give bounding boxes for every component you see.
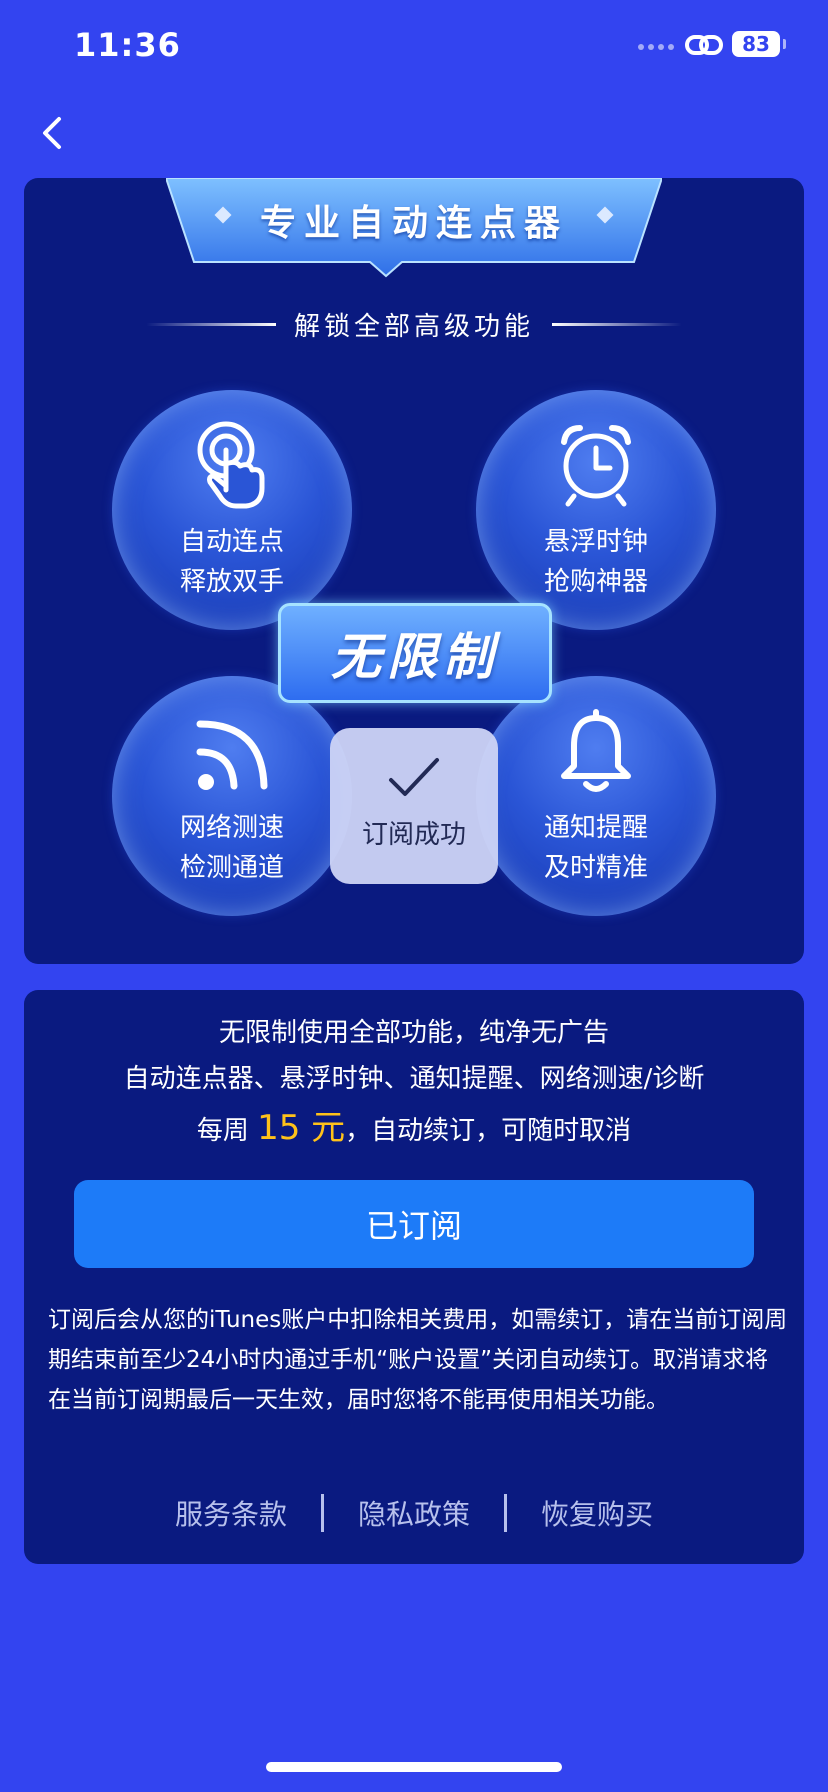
feature-title: 悬浮时钟 [543,527,648,557]
price-value: 15 元 [257,1108,346,1148]
tap-hand-icon [197,421,265,509]
cellular-signal-icon [638,44,674,50]
footer-links: 服务条款 隐私政策 恢复购买 [24,1488,804,1538]
feature-network-speed: 网络测速 检测通道 [112,676,352,916]
subscription-terms: 订阅后会从您的iTunes账户中扣除相关费用，如需续订，请在当前订阅周期结束前至… [48,1307,788,1413]
plan-description: 无限制使用全部功能，纯净无广告 [218,1018,609,1048]
feature-subtitle: 释放双手 [179,567,284,597]
feature-subtitle: 检测通道 [179,853,284,883]
price-prefix: 每周 [196,1116,258,1146]
unlimited-badge-text: 无限制 [331,628,499,686]
chevron-left-icon [43,117,61,149]
back-button[interactable] [32,108,72,158]
feature-floating-clock: 悬浮时钟 抢购神器 [476,390,716,630]
unlimited-badge: 无限制 [278,603,552,703]
battery-icon: 83 [732,31,786,57]
feature-auto-click: 自动连点 释放双手 [112,390,352,630]
feature-subtitle: 及时精准 [543,853,648,883]
divider [145,322,276,326]
terms-of-service-link[interactable]: 服务条款 [141,1493,321,1533]
features-card: 专业自动连点器 解锁全部高级功能 自动连点 释放双手 悬浮时钟 抢购神器 网络测… [24,178,804,964]
feature-notification: 通知提醒 及时精准 [476,676,716,916]
subscription-success-toast: 订阅成功 [330,728,498,884]
feature-subtitle: 抢购神器 [543,567,648,597]
page-title: 专业自动连点器 [259,203,568,244]
home-indicator[interactable] [266,1762,562,1772]
checkmark-icon [389,758,439,796]
plan-price-line: 每周 15 元，自动续订，可随时取消 [24,1100,804,1149]
plan-features: 自动连点器、悬浮时钟、通知提醒、网络测速/诊断 [123,1064,705,1094]
feature-title: 自动连点 [179,527,284,557]
subscribed-button[interactable]: 已订阅 [74,1180,754,1268]
unlock-heading: 解锁全部高级功能 [24,304,804,344]
wifi-signal-icon [196,720,268,790]
toast-message: 订阅成功 [361,820,466,850]
link-icon [685,35,723,55]
divider [552,322,682,326]
price-suffix: ，自动续订，可随时取消 [345,1116,632,1146]
bell-icon [561,709,631,792]
feature-title: 通知提醒 [543,813,648,843]
status-bar: 11:36 83 [0,0,828,90]
privacy-policy-link[interactable]: 隐私政策 [324,1493,504,1533]
feature-title: 网络测速 [179,813,284,843]
unlock-subtitle: 解锁全部高级功能 [293,311,534,342]
status-time: 11:36 [74,26,181,64]
subscription-card: 无限制使用全部功能，纯净无广告 自动连点器、悬浮时钟、通知提醒、网络测速/诊断 … [24,990,804,1564]
alarm-clock-icon [561,425,631,507]
restore-purchase-link[interactable]: 恢复购买 [507,1493,687,1533]
